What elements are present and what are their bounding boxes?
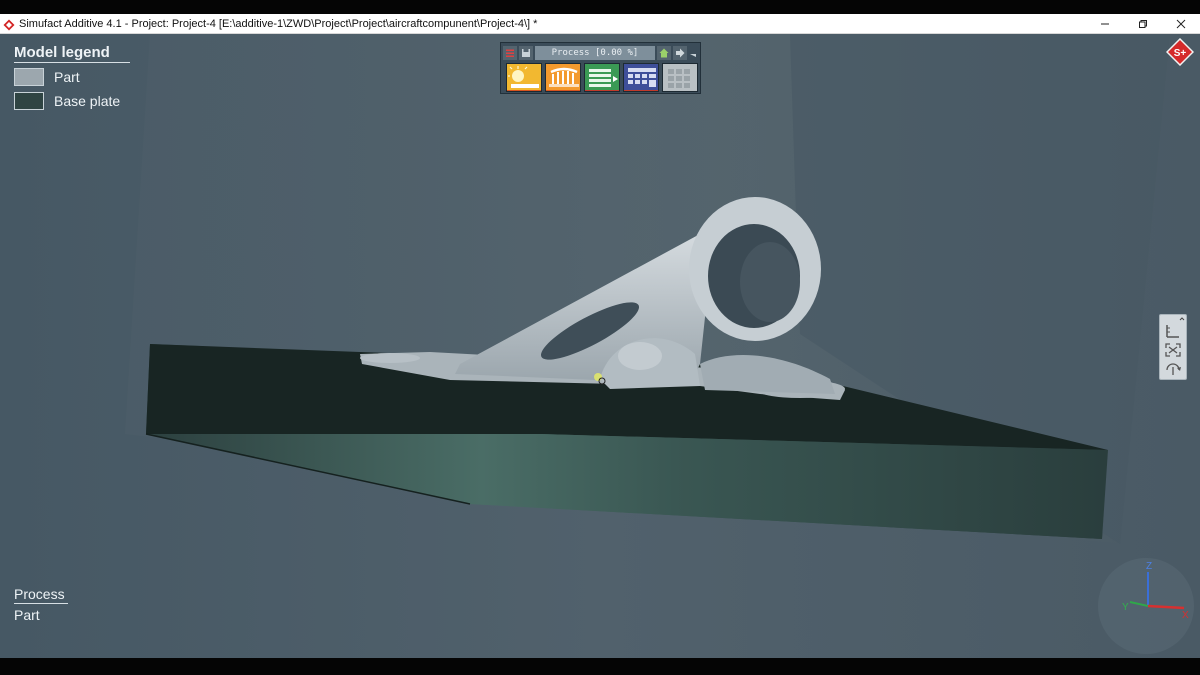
menu-button[interactable] <box>503 45 517 60</box>
ruler-icon <box>1166 325 1179 338</box>
toolbar-stage-icons <box>506 63 701 92</box>
supports-button[interactable] <box>545 63 581 92</box>
stages-icon <box>585 69 619 91</box>
3d-viewport[interactable]: Model legend Part Base plate Process [0.… <box>0 34 1200 658</box>
fit-view-button[interactable] <box>1163 342 1183 358</box>
process-toolbar[interactable]: Process [0.00 %] <box>500 42 701 94</box>
legend-item-part[interactable]: Part <box>14 67 130 87</box>
legend-item-base-plate[interactable]: Base plate <box>14 91 130 111</box>
app-icon <box>3 18 15 30</box>
chevron-down-icon <box>690 53 696 57</box>
simufact-logo: S+ <box>1166 38 1194 66</box>
stages-button[interactable] <box>584 63 620 92</box>
home-icon <box>659 48 669 57</box>
results-button[interactable] <box>623 63 659 92</box>
rotate-icon <box>1166 363 1181 375</box>
build-setup-icon <box>507 66 541 91</box>
arrow-right-icon <box>676 48 685 57</box>
toolbar-header: Process [0.00 %] <box>503 45 699 60</box>
y-axis-label: Y <box>1122 602 1129 613</box>
disabled-grid-icon <box>668 69 690 88</box>
save-icon <box>522 48 530 57</box>
legend-label-part: Part <box>54 69 80 85</box>
next-step-button[interactable] <box>673 45 687 60</box>
restore-button[interactable] <box>1124 14 1162 34</box>
results-icon <box>624 68 658 91</box>
model-legend: Model legend Part Base plate <box>14 44 130 111</box>
legend-swatch-part <box>14 68 44 86</box>
measure-tool-button[interactable] <box>1163 323 1183 339</box>
legend-title: Model legend <box>14 44 130 63</box>
menu-icon <box>506 49 514 57</box>
minimize-button[interactable] <box>1086 14 1124 34</box>
process-status: Process [0.00 %] <box>535 45 655 60</box>
scene-render <box>0 34 1200 658</box>
window-controls <box>1086 14 1200 34</box>
title-bar[interactable]: Simufact Additive 4.1 - Project: Project… <box>0 14 1200 34</box>
rotate-view-button[interactable] <box>1163 361 1183 377</box>
home-button[interactable] <box>657 45 671 60</box>
z-axis-label: Z <box>1146 561 1152 572</box>
fit-view-icon <box>1165 343 1181 357</box>
save-button[interactable] <box>519 45 533 60</box>
process-info: Process Part <box>14 586 68 623</box>
orientation-triad[interactable]: Z X Y <box>1096 554 1196 654</box>
letterbox-bottom <box>0 658 1200 675</box>
letterbox-top <box>0 0 1200 14</box>
toolbar-dropdown[interactable] <box>689 46 697 60</box>
x-axis-label: X <box>1182 610 1189 621</box>
close-button[interactable] <box>1162 14 1200 34</box>
chevron-up-icon[interactable] <box>1179 316 1185 322</box>
view-tools-panel <box>1159 314 1187 380</box>
process-title: Process <box>14 586 68 604</box>
restore-icon <box>1139 20 1147 28</box>
legend-swatch-base-plate <box>14 92 44 110</box>
svg-text:S+: S+ <box>1174 48 1187 59</box>
supports-icon <box>546 67 580 91</box>
build-setup-button[interactable] <box>506 63 542 92</box>
close-icon <box>1176 19 1186 29</box>
minimize-icon <box>1101 23 1109 25</box>
legend-label-base-plate: Base plate <box>54 93 121 109</box>
window-title: Simufact Additive 4.1 - Project: Project… <box>19 17 538 30</box>
process-part-label: Part <box>14 607 40 623</box>
disabled-grid-button[interactable] <box>662 63 698 92</box>
